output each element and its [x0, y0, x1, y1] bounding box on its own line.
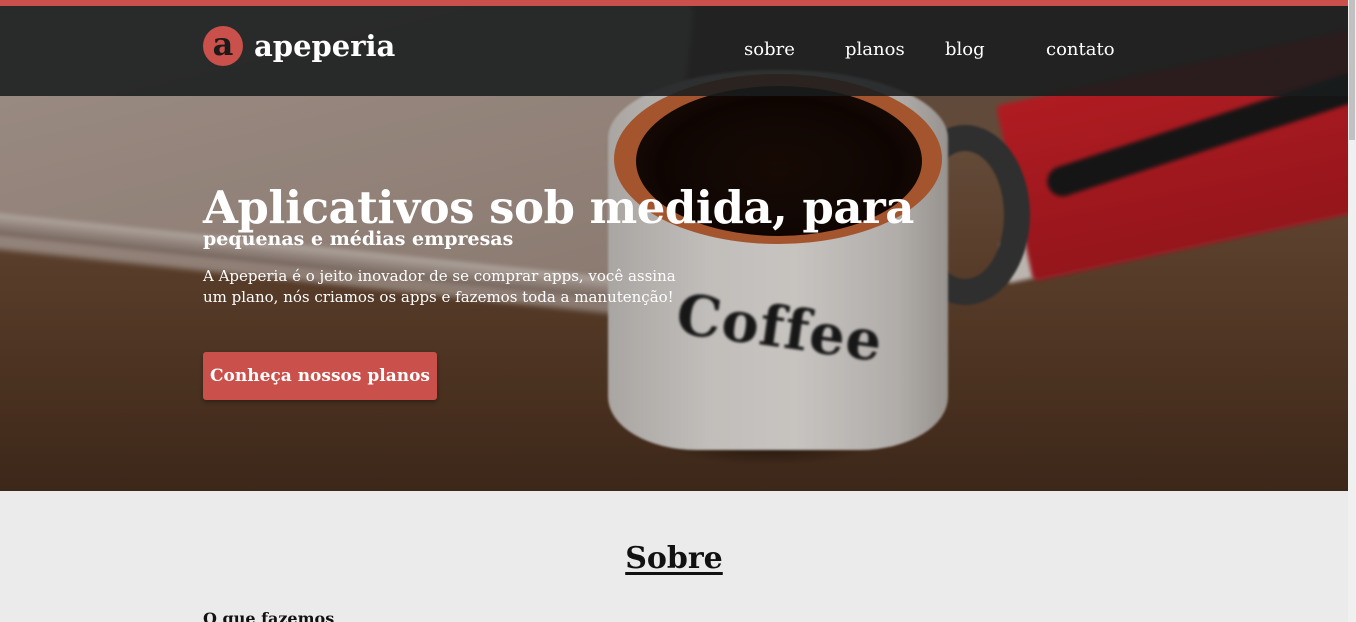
about-section-title: Sobre [625, 541, 723, 576]
top-accent-line [0, 0, 1348, 6]
logo-text: apeperia [254, 29, 396, 63]
hero-title: Aplicativos sob medida, para [203, 181, 914, 234]
logo-icon: a [203, 26, 243, 66]
nav-link-sobre[interactable]: sobre [744, 39, 795, 60]
nav-link-blog[interactable]: blog [945, 39, 985, 60]
nav-link-contato[interactable]: contato [1046, 39, 1115, 60]
hero-description: A Apeperia é o jeito inovador de se comp… [203, 267, 676, 306]
page-scrollbar[interactable] [1348, 0, 1356, 622]
cta-plans-button[interactable]: Conheça nossos planos [203, 352, 437, 400]
scrollbar-thumb[interactable] [1349, 0, 1355, 140]
logo[interactable]: a apeperia [203, 26, 395, 66]
about-section-subtitle: O que fazemos [203, 609, 335, 622]
nav-link-planos[interactable]: planos [845, 39, 905, 60]
hero-content: Aplicativos sob medida, para pequenas e … [203, 183, 914, 308]
navbar: a apeperia sobre planos blog contato [0, 6, 1348, 96]
